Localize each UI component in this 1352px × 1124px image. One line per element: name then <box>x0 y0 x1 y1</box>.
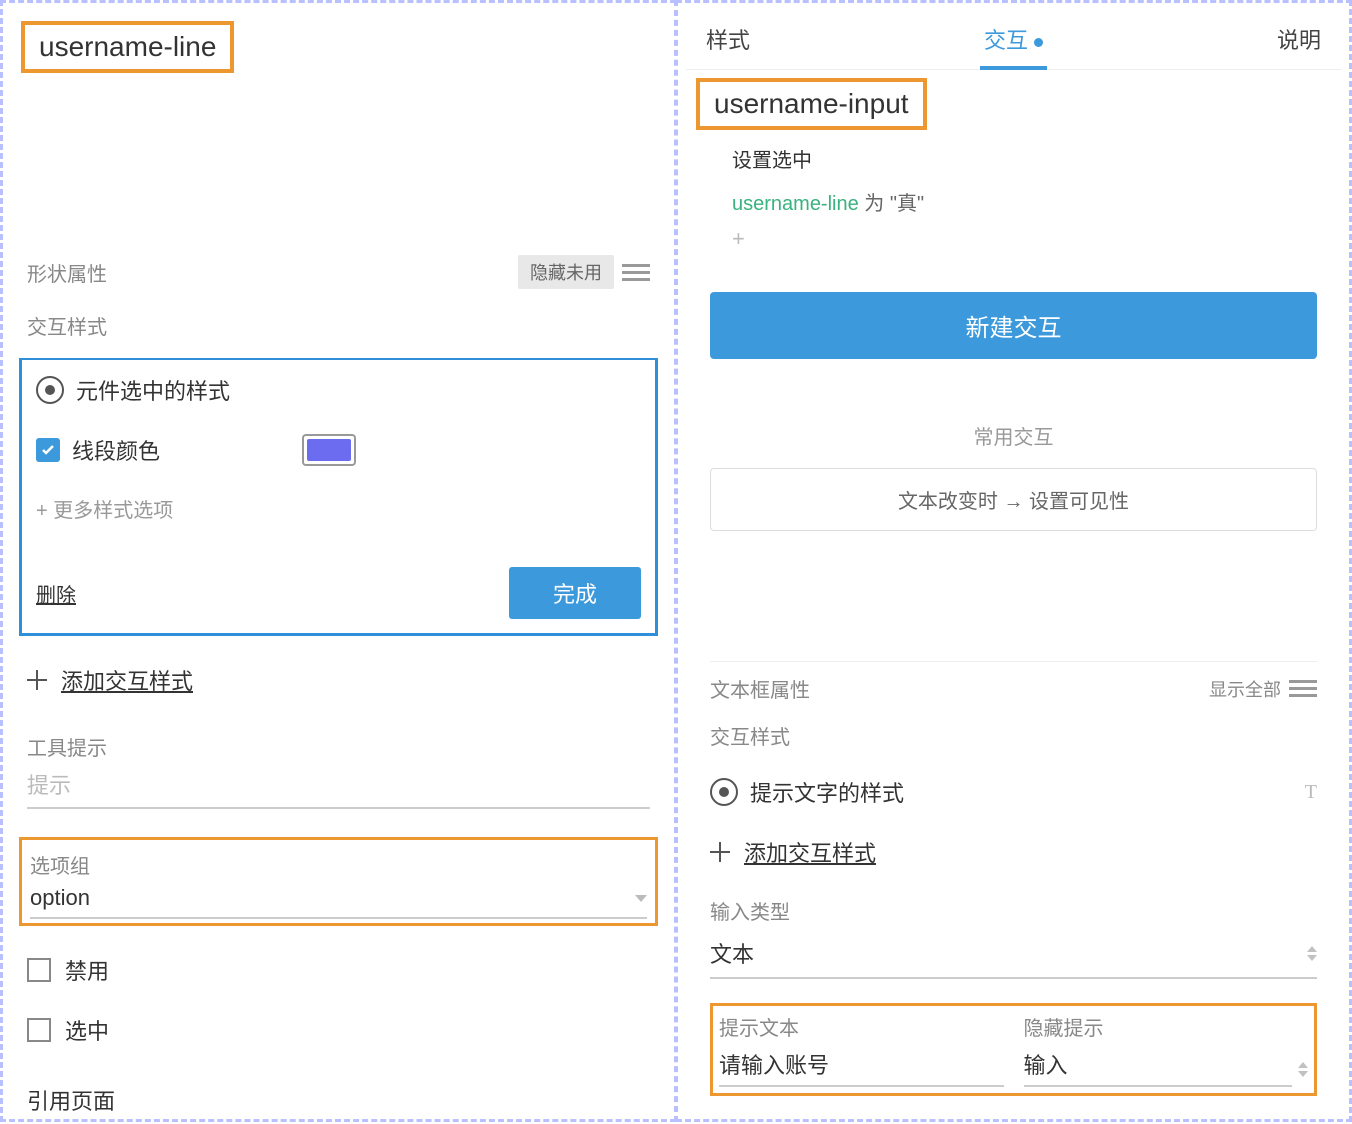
common-interactions-title: 常用交互 <box>710 421 1317 450</box>
show-all-button[interactable]: 显示全部 <box>1209 676 1281 702</box>
interaction-style-label: 交互样式 <box>710 721 1317 750</box>
shape-props-header: 形状属性 隐藏未用 <box>19 255 658 289</box>
more-options-link[interactable]: + 更多样式选项 <box>36 494 641 523</box>
add-condition-button[interactable]: + <box>732 226 1317 252</box>
reference-page-link[interactable]: 引用页面 <box>19 1084 658 1116</box>
add-interaction-style-row[interactable]: 添加交互样式 <box>710 836 1317 868</box>
line-color-label: 线段颜色 <box>72 434 160 466</box>
option-group-value: option <box>30 885 90 911</box>
condition-text: 为 "真" <box>859 193 924 215</box>
option-group-dropdown[interactable]: option <box>30 879 647 919</box>
input-type-dropdown[interactable]: 文本 <box>710 929 1317 979</box>
line-color-checkbox[interactable] <box>36 438 60 462</box>
hide-hint-input[interactable] <box>1024 1043 1293 1087</box>
textbox-props-header: 文本框属性 显示全部 <box>710 661 1317 703</box>
hide-hint-label: 隐藏提示 <box>1024 1012 1293 1041</box>
option-group-box: 选项组 option <box>19 837 658 926</box>
plus-icon <box>710 842 730 862</box>
hint-text-style-row[interactable]: 提示文字的样式 T <box>710 776 1317 808</box>
hamburger-icon[interactable] <box>622 260 650 285</box>
hide-unused-button[interactable]: 隐藏未用 <box>518 255 614 289</box>
target-icon <box>710 778 738 806</box>
tabs-row: 样式 交互 说明 <box>686 11 1341 70</box>
stepper-icon <box>1298 1062 1308 1077</box>
selected-checkbox[interactable] <box>27 1018 51 1042</box>
input-type-value: 文本 <box>710 937 754 969</box>
text-icon: T <box>1305 781 1317 804</box>
shape-props-label: 形状属性 <box>27 258 107 287</box>
disable-checkbox-row[interactable]: 禁用 <box>19 954 658 986</box>
tooltip-input[interactable] <box>27 765 650 809</box>
add-interaction-style-row[interactable]: 添加交互样式 <box>19 664 658 696</box>
hint-text-section: 提示文本 隐藏提示 <box>710 1003 1317 1096</box>
hint-text-input[interactable] <box>719 1043 1004 1087</box>
disable-checkbox[interactable] <box>27 958 51 982</box>
disable-label: 禁用 <box>65 954 109 986</box>
selected-checkbox-row[interactable]: 选中 <box>19 1014 658 1046</box>
hint-text-style-title: 提示文字的样式 <box>750 776 904 808</box>
complete-button[interactable]: 完成 <box>509 567 641 619</box>
selected-style-title: 元件选中的样式 <box>76 374 230 406</box>
delete-button[interactable]: 删除 <box>36 579 76 608</box>
tab-interaction[interactable]: 交互 <box>984 23 1043 69</box>
stepper-icon <box>1307 946 1317 961</box>
new-interaction-button[interactable]: 新建交互 <box>710 292 1317 359</box>
add-interaction-style-link: 添加交互样式 <box>61 664 193 696</box>
selected-label: 选中 <box>65 1014 109 1046</box>
option-group-label: 选项组 <box>30 850 647 879</box>
tab-notes[interactable]: 说明 <box>1277 23 1321 69</box>
textbox-props-label: 文本框属性 <box>710 674 810 703</box>
target-icon <box>36 376 64 404</box>
element-name-label: username-line <box>21 21 234 73</box>
input-type-label: 输入类型 <box>710 896 1317 925</box>
common-interaction-item[interactable]: 文本改变时 → 设置可见性 <box>710 468 1317 531</box>
element-name-label: username-input <box>696 78 927 130</box>
tab-style[interactable]: 样式 <box>706 23 750 69</box>
left-panel: username-line 形状属性 隐藏未用 交互样式 元件选中的样式 线段颜… <box>0 0 676 1122</box>
selected-style-editor: 元件选中的样式 线段颜色 + 更多样式选项 删除 完成 <box>19 358 658 636</box>
condition-line[interactable]: username-line 为 "真" <box>710 187 1317 216</box>
condition-target: username-line <box>732 193 859 215</box>
tooltip-label: 工具提示 <box>27 732 650 761</box>
hamburger-icon[interactable] <box>1289 676 1317 701</box>
set-selected-title: 设置选中 <box>732 144 1317 173</box>
right-panel: 样式 交互 说明 username-input 设置选中 username-li… <box>676 0 1352 1122</box>
plus-icon <box>27 670 47 690</box>
chevron-down-icon <box>635 895 647 902</box>
unsaved-dot-icon <box>1034 38 1043 47</box>
add-interaction-style-link: 添加交互样式 <box>744 836 876 868</box>
line-color-swatch[interactable] <box>302 434 356 466</box>
interaction-style-label: 交互样式 <box>19 311 658 340</box>
hint-text-label: 提示文本 <box>719 1012 1004 1041</box>
